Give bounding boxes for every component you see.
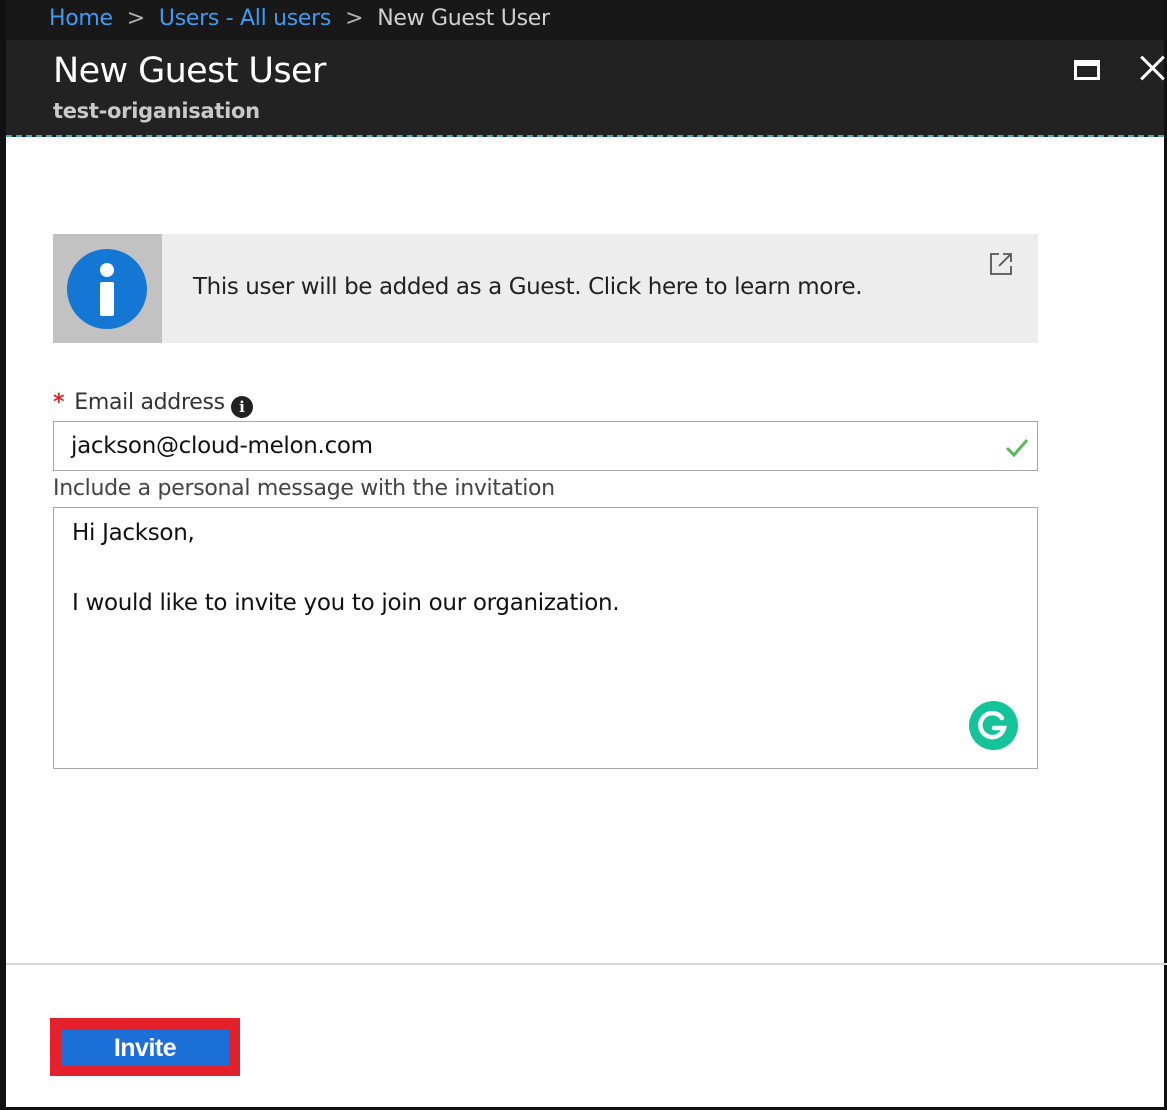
personal-message-textarea[interactable]: Hi Jackson, I would like to invite you t… (53, 507, 1038, 769)
info-icon[interactable]: i (230, 396, 253, 418)
invite-button[interactable]: Invite (61, 1030, 229, 1066)
required-marker: * (53, 390, 65, 415)
grammarly-g-icon (978, 710, 1007, 740)
check-icon (1005, 439, 1029, 458)
info-icon (67, 249, 147, 329)
breadcrumb-separator: > (345, 6, 364, 31)
info-banner-text: This user will be added as a Guest. Clic… (193, 274, 863, 300)
blade-header: Home > Users - All users > New Guest User Ne… (6, 0, 1164, 137)
breadcrumb-current: New Guest User (377, 6, 550, 31)
message-line: Hi Jackson, (72, 520, 195, 546)
message-line (72, 551, 1019, 586)
breadcrumb: Home > Users - All users > New Guest User (49, 6, 550, 31)
header-divider (6, 135, 1164, 137)
external-link-icon[interactable] (988, 251, 1014, 277)
breadcrumb-users[interactable]: Users - All users (159, 6, 331, 31)
message-label: Include a personal message with the invi… (53, 476, 555, 501)
email-field[interactable]: jackson@cloud-melon.com (53, 421, 1038, 471)
close-icon[interactable] (1136, 48, 1167, 88)
email-label: * Email address i (53, 390, 253, 418)
info-icon-container (53, 234, 162, 343)
guest-info-banner[interactable]: This user will be added as a Guest. Clic… (53, 234, 1038, 343)
page-title: New Guest User (53, 51, 326, 91)
breadcrumb-separator: > (126, 6, 145, 31)
grammarly-icon[interactable] (969, 701, 1018, 750)
breadcrumb-home[interactable]: Home (49, 6, 113, 31)
page-subtitle: test-origanisation (53, 99, 260, 123)
message-line: I would like to invite you to join our o… (72, 590, 620, 616)
email-label-text: Email address (74, 390, 225, 415)
maximize-icon[interactable] (1074, 60, 1100, 80)
footer-divider (6, 963, 1167, 965)
